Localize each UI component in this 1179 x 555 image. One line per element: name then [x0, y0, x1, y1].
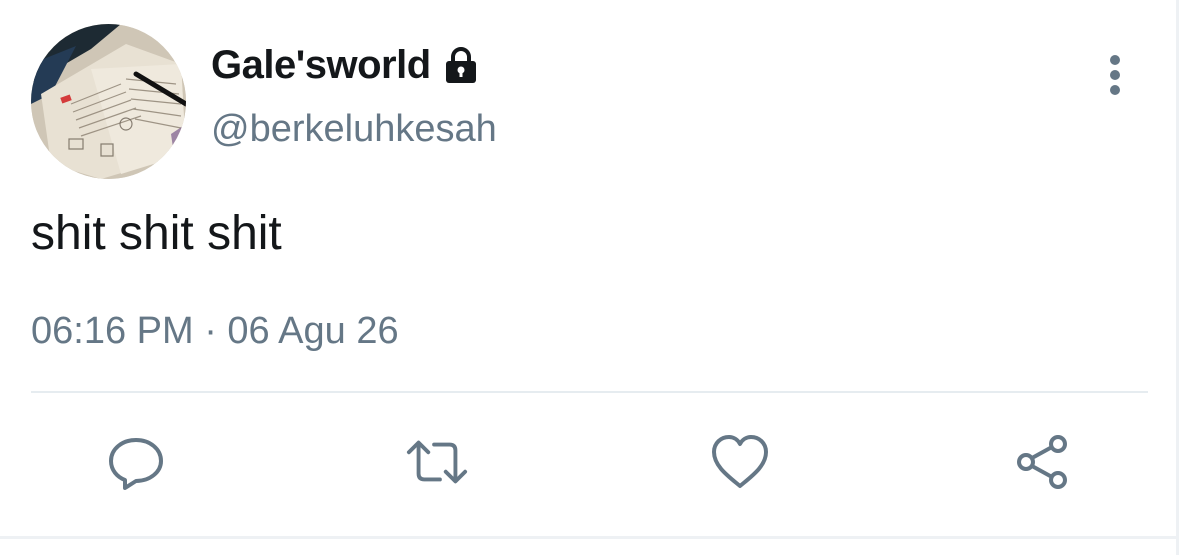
tweet-timestamp[interactable]: 06:16 PM · 06 Agu 26	[31, 310, 399, 353]
reply-button[interactable]	[104, 430, 168, 494]
display-name[interactable]: Gale'sworld	[211, 43, 431, 88]
heart-icon	[712, 435, 768, 488]
avatar[interactable]	[31, 24, 186, 179]
author-handle[interactable]: @berkeluhkesah	[211, 108, 497, 151]
like-button[interactable]	[708, 430, 772, 494]
reply-icon	[109, 438, 163, 490]
more-options-button[interactable]	[1096, 50, 1134, 100]
share-button[interactable]	[1010, 430, 1074, 494]
tweet-card: Gale'sworld @berkeluhkesah shit shit shi…	[0, 0, 1179, 555]
retweet-button[interactable]	[405, 430, 469, 494]
retweet-icon	[406, 440, 468, 484]
lock-icon	[441, 45, 481, 85]
avatar-image	[31, 24, 186, 179]
tweet-text: shit shit shit	[31, 207, 282, 260]
more-vertical-icon	[1110, 55, 1120, 95]
bottom-border	[0, 536, 1179, 539]
share-icon	[1017, 435, 1067, 489]
divider	[31, 391, 1148, 393]
author-name-row[interactable]: Gale'sworld	[211, 40, 481, 90]
